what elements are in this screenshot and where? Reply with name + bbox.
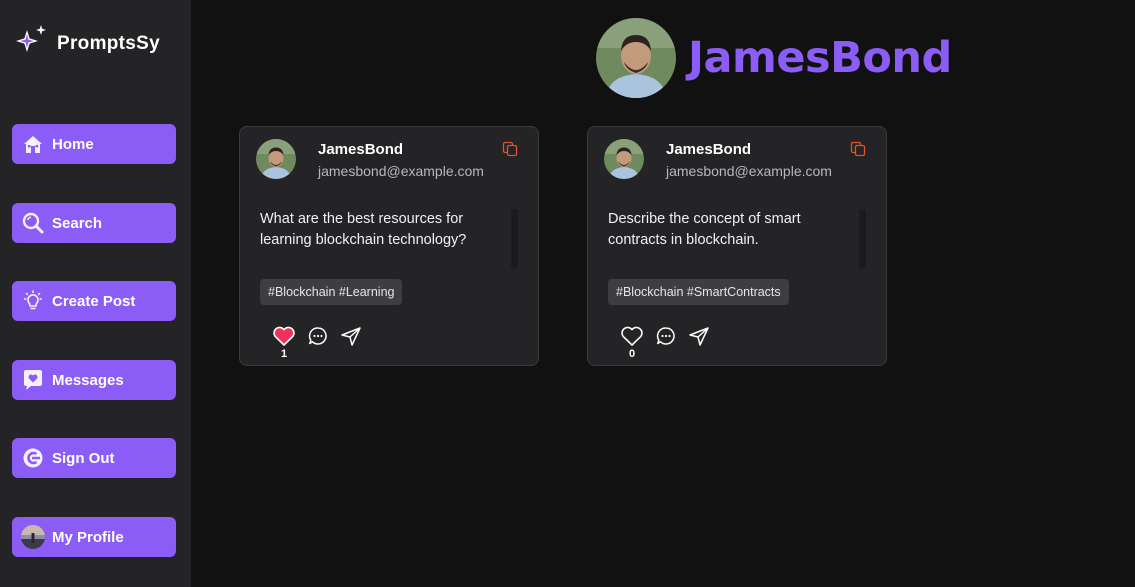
- comment-icon[interactable]: [656, 325, 676, 347]
- post-tags[interactable]: #Blockchain #SmartContracts: [608, 279, 789, 305]
- lightbulb-icon: [21, 289, 45, 313]
- nav-my-profile-label: My Profile: [52, 528, 124, 546]
- nav-search-button[interactable]: Search: [12, 203, 176, 243]
- nav-home-label: Home: [52, 135, 94, 153]
- nav-create-post-label: Create Post: [52, 292, 136, 310]
- home-icon: [21, 132, 45, 156]
- post-text-scrollbar[interactable]: [511, 209, 518, 269]
- brand-name: PromptsSy: [57, 32, 161, 54]
- brand[interactable]: PromptsSy: [14, 24, 160, 63]
- comment-icon[interactable]: [308, 325, 328, 347]
- nav-sign-out-label: Sign Out: [52, 449, 115, 467]
- post-username[interactable]: JamesBond: [666, 141, 751, 158]
- profile-avatar: [596, 18, 676, 98]
- copy-icon[interactable]: [502, 141, 518, 157]
- post-text-scrollbar[interactable]: [859, 209, 866, 269]
- post-avatar[interactable]: [604, 139, 644, 179]
- like-count: 1: [280, 348, 288, 360]
- share-icon[interactable]: [340, 325, 362, 347]
- search-icon: [21, 211, 45, 235]
- post-card: JamesBond jamesbond@example.com Describe…: [587, 126, 887, 366]
- profile-name: JamesBond: [688, 33, 952, 83]
- heart-icon[interactable]: [272, 325, 296, 347]
- nav-my-profile-button[interactable]: My Profile: [12, 517, 176, 557]
- share-icon[interactable]: [688, 325, 710, 347]
- avatar: [21, 525, 45, 549]
- heart-icon[interactable]: [620, 325, 644, 347]
- post-email: jamesbond@example.com: [318, 163, 484, 179]
- nav-messages-label: Messages: [52, 371, 124, 389]
- copy-icon[interactable]: [850, 141, 866, 157]
- nav-home-button[interactable]: Home: [12, 124, 176, 164]
- post-text: Describe the concept of smart contracts …: [608, 211, 801, 248]
- post-card: JamesBond jamesbond@example.com What are…: [239, 126, 539, 366]
- nav-create-post-button[interactable]: Create Post: [12, 281, 176, 321]
- post-text: What are the best resources for learning…: [260, 211, 467, 248]
- like-count: 0: [628, 348, 636, 360]
- nav-search-label: Search: [52, 214, 103, 232]
- sparkle-icon: [14, 24, 48, 63]
- post-avatar[interactable]: [256, 139, 296, 179]
- sign-out-icon: [21, 446, 45, 470]
- profile-header: JamesBond: [596, 18, 952, 98]
- post-username[interactable]: JamesBond: [318, 141, 403, 158]
- sidebar: PromptsSy Home Search Create Post Messag…: [0, 0, 191, 587]
- nav-messages-button[interactable]: Messages: [12, 360, 176, 400]
- post-tags[interactable]: #Blockchain #Learning: [260, 279, 403, 305]
- message-heart-icon: [21, 368, 45, 392]
- nav-sign-out-button[interactable]: Sign Out: [12, 438, 176, 478]
- post-email: jamesbond@example.com: [666, 163, 832, 179]
